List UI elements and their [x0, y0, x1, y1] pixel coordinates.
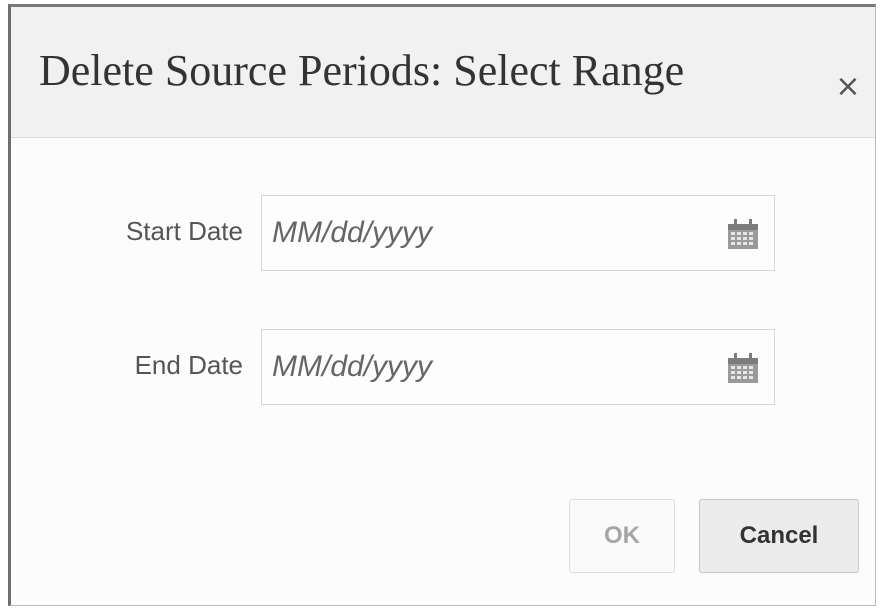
close-button[interactable]: × [828, 67, 868, 107]
dialog-header: Delete Source Periods: Select Range × [11, 7, 875, 138]
dialog-title: Delete Source Periods: Select Range [39, 46, 685, 95]
end-date-field[interactable] [261, 329, 775, 405]
start-date-label: Start Date [125, 216, 243, 246]
end-date-input[interactable] [272, 330, 702, 404]
cancel-button[interactable]: Cancel [699, 499, 859, 573]
delete-source-periods-dialog: Delete Source Periods: Select Range × St… [8, 4, 876, 606]
calendar-icon[interactable] [726, 217, 760, 251]
calendar-icon[interactable] [726, 351, 760, 385]
end-date-label: End Date [134, 350, 243, 380]
close-icon: × [835, 69, 861, 104]
start-date-field[interactable] [261, 195, 775, 271]
ok-button[interactable]: OK [569, 499, 675, 573]
start-date-input[interactable] [272, 196, 702, 270]
